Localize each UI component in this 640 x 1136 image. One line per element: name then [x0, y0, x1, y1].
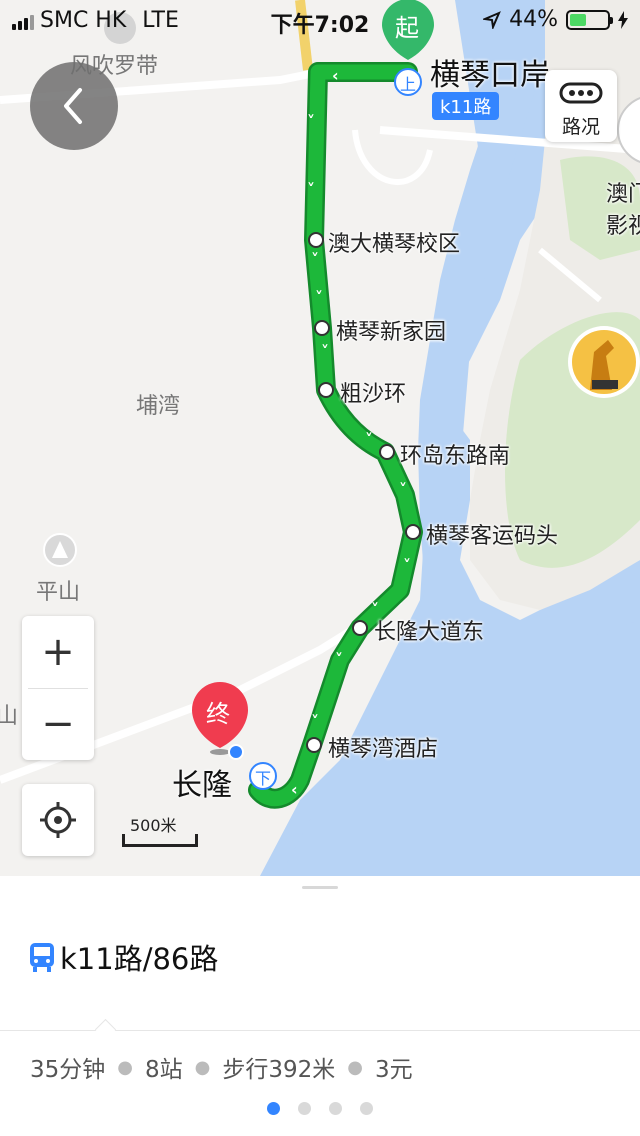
- stop-label: 环岛东路南: [400, 444, 511, 469]
- current-location-dot: [228, 744, 244, 760]
- stop-dot: [379, 444, 395, 460]
- locate-me-button[interactable]: [22, 784, 94, 856]
- zoom-in-button[interactable]: +: [22, 616, 94, 688]
- place-label: 影视: [606, 214, 640, 239]
- trip-duration: 35分钟: [30, 1057, 106, 1083]
- route-arrow: ˅: [315, 288, 323, 307]
- bus-icon: [30, 943, 54, 972]
- traffic-toggle-button[interactable]: 路况: [545, 70, 617, 142]
- route-title-row: k11路/86路: [28, 936, 218, 978]
- page-dot[interactable]: [267, 1102, 280, 1115]
- place-label: 山: [0, 704, 19, 729]
- stop-dot: [314, 320, 330, 336]
- scale-label: 500米: [130, 816, 177, 835]
- start-station-label: 横琴口岸: [430, 58, 550, 93]
- trip-stops: 8站: [145, 1057, 183, 1083]
- separator-dot: ●: [347, 1056, 363, 1078]
- page-dot[interactable]: [329, 1102, 342, 1115]
- route-badge: k11路: [432, 92, 500, 120]
- tab-pointer: [94, 1018, 117, 1041]
- separator-dot: ●: [194, 1056, 211, 1078]
- target-icon: [40, 802, 76, 838]
- place-label: 埔湾: [136, 394, 181, 419]
- route-arrow: ˅: [311, 250, 319, 269]
- charging-icon: [618, 10, 628, 29]
- route-arrow: ‹: [291, 780, 298, 799]
- stop-dot: [318, 382, 334, 398]
- status-right: 44%: [483, 7, 628, 32]
- zoo-icon: [568, 326, 640, 398]
- route-title: k11路/86路: [60, 942, 219, 976]
- route-arrow: ˅: [311, 712, 319, 731]
- scale-bar: [122, 834, 198, 847]
- route-arrow: ‹: [332, 66, 339, 85]
- chevron-left-icon: [64, 88, 82, 124]
- stop-label: 横琴客运码头: [426, 524, 559, 549]
- location-arrow-icon: [483, 10, 501, 29]
- battery-percent: 44%: [509, 7, 558, 32]
- battery-icon: [566, 9, 613, 30]
- stop-label: 澳大横琴校区: [328, 232, 461, 257]
- page-dot[interactable]: [360, 1102, 373, 1115]
- stop-label: 横琴新家园: [336, 320, 447, 345]
- status-bar: SMC HK LTE 下午7:02 44%: [0, 0, 640, 40]
- route-arrow: ˅: [335, 650, 343, 669]
- board-icon-label: 上: [400, 75, 417, 94]
- zoom-controls: + −: [22, 616, 94, 760]
- route-detail-sheet[interactable]: k11路/86路 35分钟 ● 8站 ● 步行392米 ● 3元: [0, 876, 640, 1136]
- end-pin-label: 终: [206, 700, 230, 728]
- traffic-label: 路况: [561, 116, 600, 138]
- route-arrow: ˅: [307, 112, 315, 131]
- stop-dot: [352, 620, 368, 636]
- stop-dot: [405, 524, 421, 540]
- alight-icon-label: 下: [255, 769, 272, 788]
- trip-walk: 步行392米: [222, 1057, 336, 1083]
- place-label: 澳门: [606, 182, 640, 207]
- stop-dot: [308, 232, 324, 248]
- road: [352, 129, 433, 185]
- traffic-icon: [559, 82, 603, 104]
- separator-dot: ●: [117, 1056, 133, 1078]
- drag-handle[interactable]: [302, 886, 338, 889]
- place-label: 平山: [36, 580, 81, 605]
- page-indicator[interactable]: [0, 1102, 640, 1115]
- route-arrow: ˅: [307, 180, 315, 199]
- route-arrow: ˅: [365, 430, 373, 449]
- map-view[interactable]: ‹ ˅ ˅ ˅ ˅ ˅ ˅ ˅ ˅ ˅ ˅ ˅ ‹ 风吹罗带 埔湾 平山 山 澳门 影视 起 终 上 下…: [0, 0, 640, 876]
- trip-fare: 3元: [374, 1057, 413, 1083]
- zoom-out-button[interactable]: −: [22, 688, 94, 760]
- route-arrow: ˅: [399, 480, 407, 499]
- map-scale: 500米: [122, 812, 198, 848]
- back-button[interactable]: [30, 62, 118, 150]
- stop-label: 粗沙环: [340, 382, 407, 407]
- stop-label: 长隆大道东: [374, 620, 485, 645]
- trip-summary: 35分钟 ● 8站 ● 步行392米 ● 3元: [30, 1050, 413, 1084]
- stop-label: 横琴湾酒店: [328, 737, 439, 762]
- stop-dot: [306, 737, 322, 753]
- route-arrow: ˅: [403, 556, 411, 575]
- page-dot[interactable]: [298, 1102, 311, 1115]
- route-arrow: ˅: [321, 342, 329, 361]
- end-station-label: 长隆: [172, 768, 232, 803]
